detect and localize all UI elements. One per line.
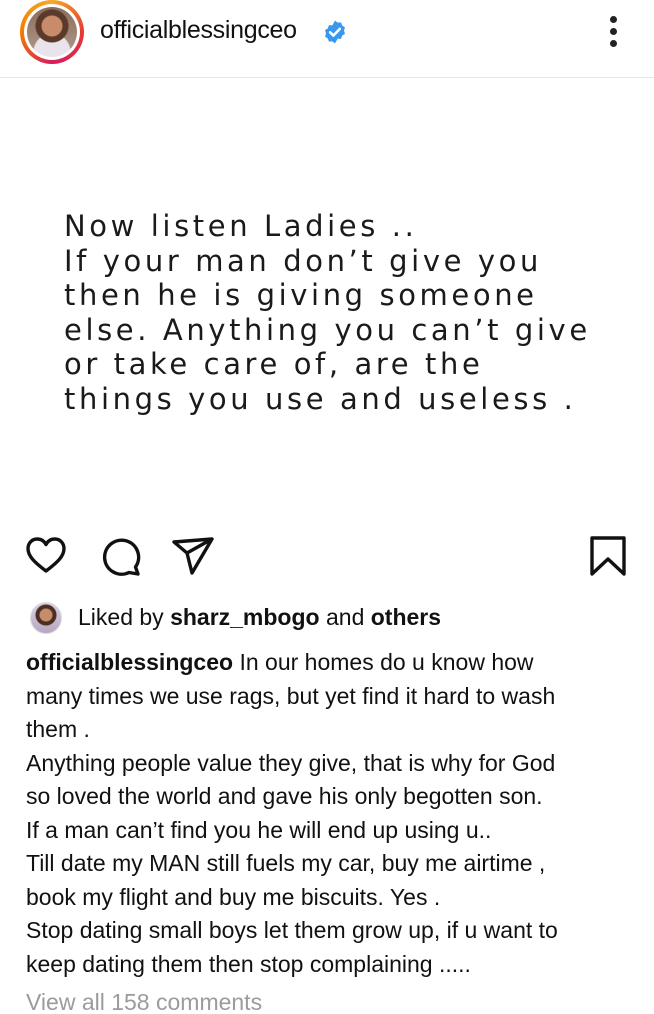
caption-line: many times we use rags, but yet find it … — [26, 682, 556, 709]
liker-avatar — [30, 602, 62, 634]
liker-username[interactable]: sharz_mbogo — [170, 604, 320, 630]
caption-line: Stop dating small boys let them grow up,… — [26, 917, 558, 943]
post-username[interactable]: officialblessingceo — [100, 16, 297, 45]
likes-conjunction: and — [325, 604, 365, 630]
caption-line: book my flight and buy me biscuits. Yes … — [26, 883, 441, 910]
heart-icon[interactable] — [24, 534, 68, 578]
likes-others-link[interactable]: others — [371, 604, 441, 630]
post-caption: officialblessingceo In our homes do u kn… — [26, 646, 636, 981]
caption-line: so loved the world and gave his only beg… — [26, 783, 543, 809]
caption-line: Anything people value they give, that is… — [26, 749, 556, 776]
quote-line: or take care of, are the — [64, 347, 484, 382]
share-icon[interactable] — [171, 534, 215, 578]
caption-username[interactable]: officialblessingceo — [26, 649, 233, 675]
caption-line: keep dating them then stop complaining .… — [26, 950, 471, 977]
profile-avatar[interactable] — [20, 0, 84, 64]
post-header: officialblessingceo — [0, 0, 654, 78]
quote-line: things you use and useless . — [64, 381, 577, 416]
verified-badge-icon — [325, 20, 345, 44]
caption-text: In our homes do u know how — [239, 649, 534, 675]
comment-icon[interactable] — [99, 534, 143, 578]
view-all-comments-link[interactable]: View all 158 comments — [26, 989, 262, 1014]
likes-row[interactable]: Liked by sharz_mbogo and others — [0, 598, 654, 638]
quote-line: If your man don’t give you — [64, 243, 542, 278]
post-image[interactable]: Now listen Ladies .. If your man don’t g… — [0, 79, 654, 511]
more-options-icon[interactable] — [603, 14, 623, 50]
caption-line: officialblessingceo In our homes do u kn… — [26, 646, 636, 680]
post-quote-text: Now listen Ladies .. If your man don’t g… — [64, 209, 644, 417]
caption-line: Till date my MAN still fuels my car, buy… — [26, 850, 546, 876]
post-action-bar — [0, 520, 654, 590]
bookmark-icon[interactable] — [586, 534, 630, 578]
quote-line: else. Anything you can’t give — [64, 312, 591, 347]
quote-line: Now listen Ladies .. — [64, 209, 418, 243]
quote-line: then he is giving someone — [64, 278, 538, 313]
caption-line: If a man can’t find you he will end up u… — [26, 816, 492, 843]
likes-summary: Liked by sharz_mbogo and others — [78, 604, 441, 631]
avatar-photo — [27, 7, 77, 57]
likes-prefix: Liked by — [78, 604, 164, 630]
caption-line: them . — [26, 716, 90, 742]
